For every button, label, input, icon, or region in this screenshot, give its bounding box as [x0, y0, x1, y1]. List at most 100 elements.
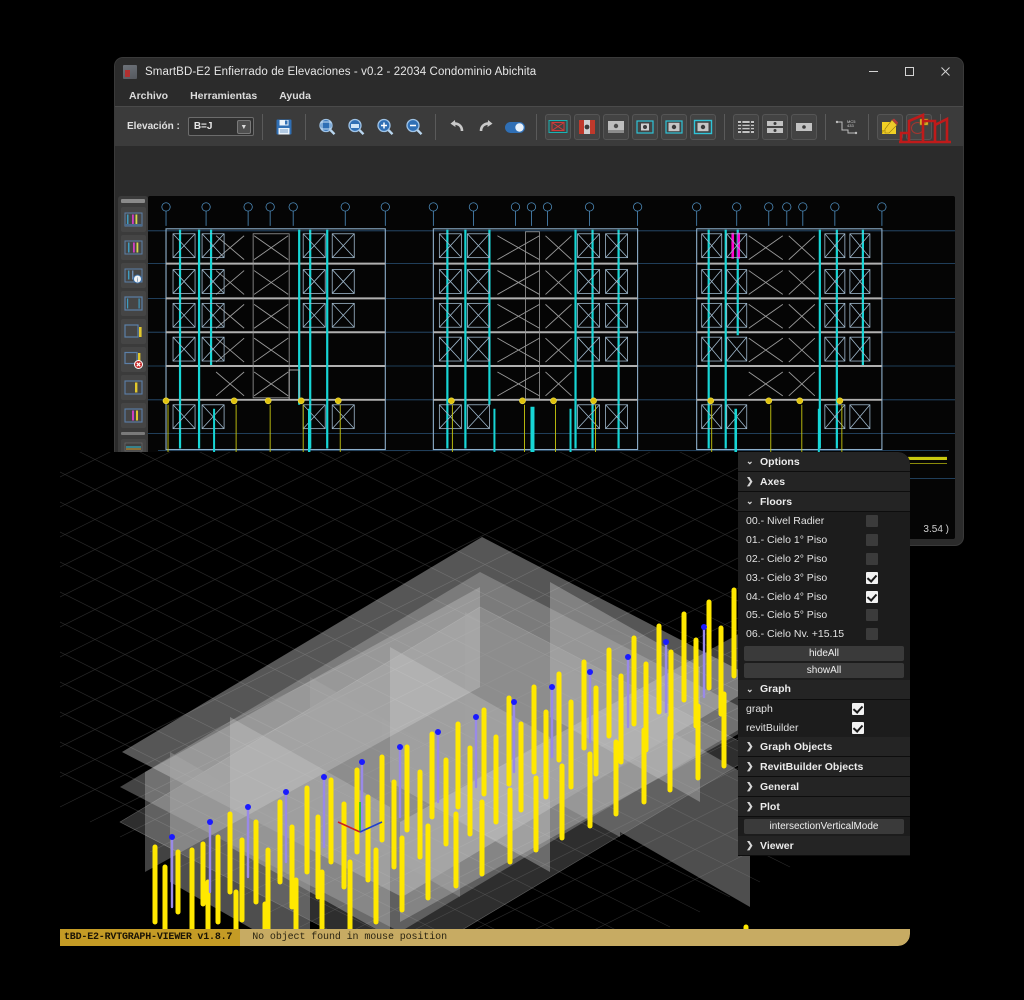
close-icon[interactable]: [927, 58, 963, 85]
floor-row[interactable]: 06.- Cielo Nv. +15.15: [738, 624, 910, 644]
viewer-control-panel: ⌄ Options ❯ Axes ⌄ Floors 00.- Nivel Rad…: [738, 452, 910, 857]
cyan-node-button[interactable]: [689, 113, 716, 140]
chevron-right-icon: ❯: [746, 781, 754, 792]
single-bar-button[interactable]: [790, 113, 817, 140]
dimension-chain-button[interactable]: MC5 433: [834, 114, 860, 140]
floor-checkbox[interactable]: [866, 609, 878, 622]
floor-checkbox[interactable]: [866, 590, 878, 603]
toolbar-separator: [867, 113, 869, 140]
floor-row[interactable]: 02.- Cielo 2° Piso: [738, 549, 910, 569]
node-insert-icon: [636, 119, 654, 134]
chevron-down-icon: ⌄: [746, 683, 754, 694]
section-graph-objects-label: Graph Objects: [760, 740, 833, 753]
section-plot[interactable]: ❯ Plot: [738, 797, 910, 818]
chevron-right-icon: ❯: [746, 761, 754, 772]
floor-row[interactable]: 01.- Cielo 1° Piso: [738, 530, 910, 550]
show-all-button[interactable]: showAll: [744, 662, 904, 678]
tool-elevation-info[interactable]: i: [120, 263, 146, 288]
window-controls: [855, 58, 963, 85]
red-column-icon: [578, 119, 595, 134]
undo-arrow-icon: [450, 119, 464, 131]
undo-button[interactable]: [444, 114, 470, 140]
chevron-right-icon: ❯: [746, 840, 754, 851]
building-logo-icon: [895, 109, 955, 145]
frame-delete-icon: [123, 351, 143, 369]
section-floors-label: Floors: [760, 495, 793, 508]
toolbar-separator: [434, 113, 436, 140]
chevron-down-icon: ⌄: [746, 496, 754, 506]
zoom-extents-button[interactable]: [343, 114, 369, 140]
floor-checkbox[interactable]: [866, 571, 878, 584]
save-button[interactable]: [271, 114, 297, 140]
zoom-extents-icon: [348, 118, 365, 135]
elevation-bars-icon: [124, 240, 142, 255]
chevron-down-icon[interactable]: ▼: [236, 120, 251, 134]
intersection-vertical-mode-button[interactable]: intersectionVerticalMode: [744, 819, 904, 835]
graph-toggle-label: graph: [746, 702, 773, 715]
tool-elevation-magenta[interactable]: [120, 207, 146, 232]
floor-checkbox[interactable]: [866, 534, 878, 547]
elevation-select[interactable]: B=J ▼: [187, 117, 254, 136]
rvtgraph-viewer-window: ⌄ Options ❯ Axes ⌄ Floors 00.- Nivel Rad…: [60, 452, 910, 946]
floor-row[interactable]: 05.- Cielo 5° Piso: [738, 605, 910, 625]
graph-toggle-row[interactable]: graph: [738, 699, 910, 719]
section-general[interactable]: ❯ General: [738, 777, 910, 798]
column-rebar-button[interactable]: [573, 113, 600, 140]
menu-bar: Archivo Herramientas Ayuda: [115, 85, 963, 106]
delete-frame-button[interactable]: [544, 113, 571, 140]
revitbuilder-toggle-label: revitBuilder: [746, 721, 799, 734]
redo-button[interactable]: [473, 114, 499, 140]
floor-checkbox[interactable]: [866, 628, 878, 641]
section-graph-objects[interactable]: ❯ Graph Objects: [738, 737, 910, 758]
floor-row[interactable]: 03.- Cielo 3° Piso: [738, 568, 910, 588]
section-options[interactable]: ⌄ Options: [738, 452, 910, 472]
palette-separator: [121, 432, 145, 435]
toggle-switch-icon: [504, 121, 525, 133]
floor-label: 05.- Cielo 5° Piso: [746, 609, 828, 622]
section-viewer[interactable]: ❯ Viewer: [738, 836, 910, 857]
elevation-info-icon: i: [124, 268, 142, 284]
hide-all-button[interactable]: hideAll: [744, 645, 904, 661]
section-axes[interactable]: ❯ Axes: [738, 472, 910, 492]
split-bars-button[interactable]: [761, 113, 788, 140]
toolbar-separator: [723, 113, 725, 140]
floor-checkbox[interactable]: [866, 552, 878, 565]
section-revitbuilder-objects[interactable]: ❯ RevitBuilder Objects: [738, 757, 910, 778]
floppy-disk-icon: [276, 119, 292, 134]
insert-node-button[interactable]: [631, 113, 658, 140]
select-node-button[interactable]: [660, 113, 687, 140]
tool-frame-multi-bar[interactable]: [120, 403, 146, 428]
toggle-button[interactable]: [502, 114, 528, 140]
floor-checkbox[interactable]: [866, 515, 878, 528]
elevation-selected-value: B=J: [193, 121, 213, 132]
toolbar-separator: [535, 113, 537, 140]
section-graph[interactable]: ⌄ Graph: [738, 679, 910, 700]
zoom-window-button[interactable]: [314, 114, 340, 140]
graph-toggle-row[interactable]: revitBuilder: [738, 718, 910, 738]
floor-row[interactable]: 00.- Nivel Radier: [738, 512, 910, 531]
viewer-status-message: No object found in mouse position: [252, 932, 447, 943]
frame-yellow-edge-icon: [123, 324, 142, 338]
chevron-right-icon: ❯: [746, 476, 754, 486]
floor-row[interactable]: 04.- Cielo 4° Piso: [738, 587, 910, 606]
stacked-bars-button[interactable]: [732, 113, 759, 140]
section-floors[interactable]: ⌄ Floors: [738, 492, 910, 512]
tool-frame-delete[interactable]: [120, 347, 146, 372]
tool-frame-empty[interactable]: [120, 291, 146, 316]
element-gray-button[interactable]: [602, 113, 629, 140]
tool-frame-yellow-inner[interactable]: [120, 375, 146, 400]
menu-herramientas[interactable]: Herramientas: [190, 90, 257, 102]
tool-frame-yellow-edge[interactable]: [120, 319, 146, 344]
menu-archivo[interactable]: Archivo: [129, 90, 168, 102]
zoom-out-button[interactable]: [401, 114, 427, 140]
menu-ayuda[interactable]: Ayuda: [279, 90, 311, 102]
redo-arrow-icon: [479, 119, 493, 131]
title-bar: SmartBD-E2 Enfierrado de Elevaciones - v…: [115, 58, 963, 85]
revitbuilder-checkbox[interactable]: [852, 721, 864, 734]
graph-checkbox[interactable]: [852, 702, 864, 715]
zoom-in-button[interactable]: [372, 114, 398, 140]
tool-elevation-bars[interactable]: [120, 235, 146, 260]
maximize-icon[interactable]: [891, 58, 927, 85]
minimize-icon[interactable]: [855, 58, 891, 85]
section-general-label: General: [760, 780, 800, 793]
